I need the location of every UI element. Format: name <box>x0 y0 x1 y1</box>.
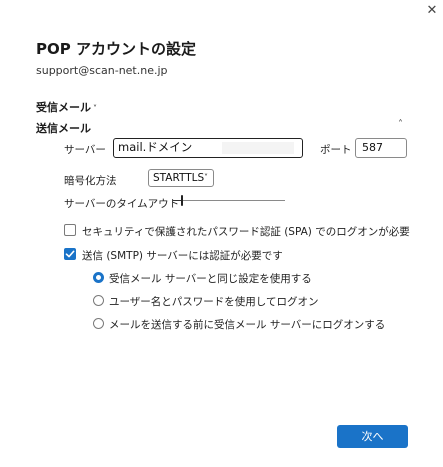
encryption-label: 暗号化方法 <box>64 175 117 187</box>
close-icon[interactable]: ✕ <box>423 2 441 20</box>
chevron-down-icon: ˅ <box>93 104 97 113</box>
timeout-label: サーバーのタイムアウト <box>64 198 180 210</box>
incoming-mail-section[interactable]: 受信メール ˅ <box>36 99 97 115</box>
server-input-value: mail.ドメイン <box>118 140 193 154</box>
checkmark-icon <box>65 250 75 258</box>
radio-same-as-incoming[interactable] <box>93 272 104 283</box>
radio-logon-incoming-first-label: メールを送信する前に受信メール サーバーにログオンする <box>109 319 386 331</box>
outgoing-mail-section[interactable]: 送信メール <box>36 120 91 136</box>
smtp-auth-checkbox[interactable] <box>64 248 76 260</box>
incoming-mail-label: 受信メール <box>36 101 91 114</box>
timeout-slider[interactable] <box>173 195 285 207</box>
next-button[interactable]: 次へ <box>337 425 408 448</box>
port-label: ポート <box>320 144 352 156</box>
encryption-select[interactable]: STARTTLS ˅ <box>148 169 214 187</box>
radio-username-password[interactable] <box>93 295 104 306</box>
radio-logon-incoming-first[interactable] <box>93 318 104 329</box>
page-title: POP アカウントの設定 <box>36 40 196 58</box>
chevron-up-icon[interactable]: ˄ <box>398 119 403 130</box>
server-input[interactable]: mail.ドメイン <box>113 138 303 158</box>
outgoing-mail-label: 送信メール <box>36 122 91 135</box>
slider-thumb[interactable] <box>180 195 183 206</box>
port-input[interactable]: 587 <box>355 138 407 158</box>
port-input-value: 587 <box>362 141 383 154</box>
account-email: support@scan-net.ne.jp <box>36 64 168 77</box>
smtp-auth-label: 送信 (SMTP) サーバーには認証が必要です <box>82 250 283 262</box>
radio-username-password-label: ユーザー名とパスワードを使用してログオン <box>109 296 319 308</box>
chevron-down-icon: ˅ <box>204 173 208 182</box>
server-input-shade <box>222 141 295 154</box>
spa-label: セキュリティで保護されたパスワード認証 (SPA) でのログオンが必要 <box>82 226 410 238</box>
server-label: サーバー <box>64 144 106 156</box>
spa-checkbox[interactable] <box>64 224 76 236</box>
radio-same-as-incoming-label: 受信メール サーバーと同じ設定を使用する <box>109 273 312 285</box>
encryption-select-value: STARTTLS <box>153 172 205 184</box>
slider-track <box>173 200 285 201</box>
